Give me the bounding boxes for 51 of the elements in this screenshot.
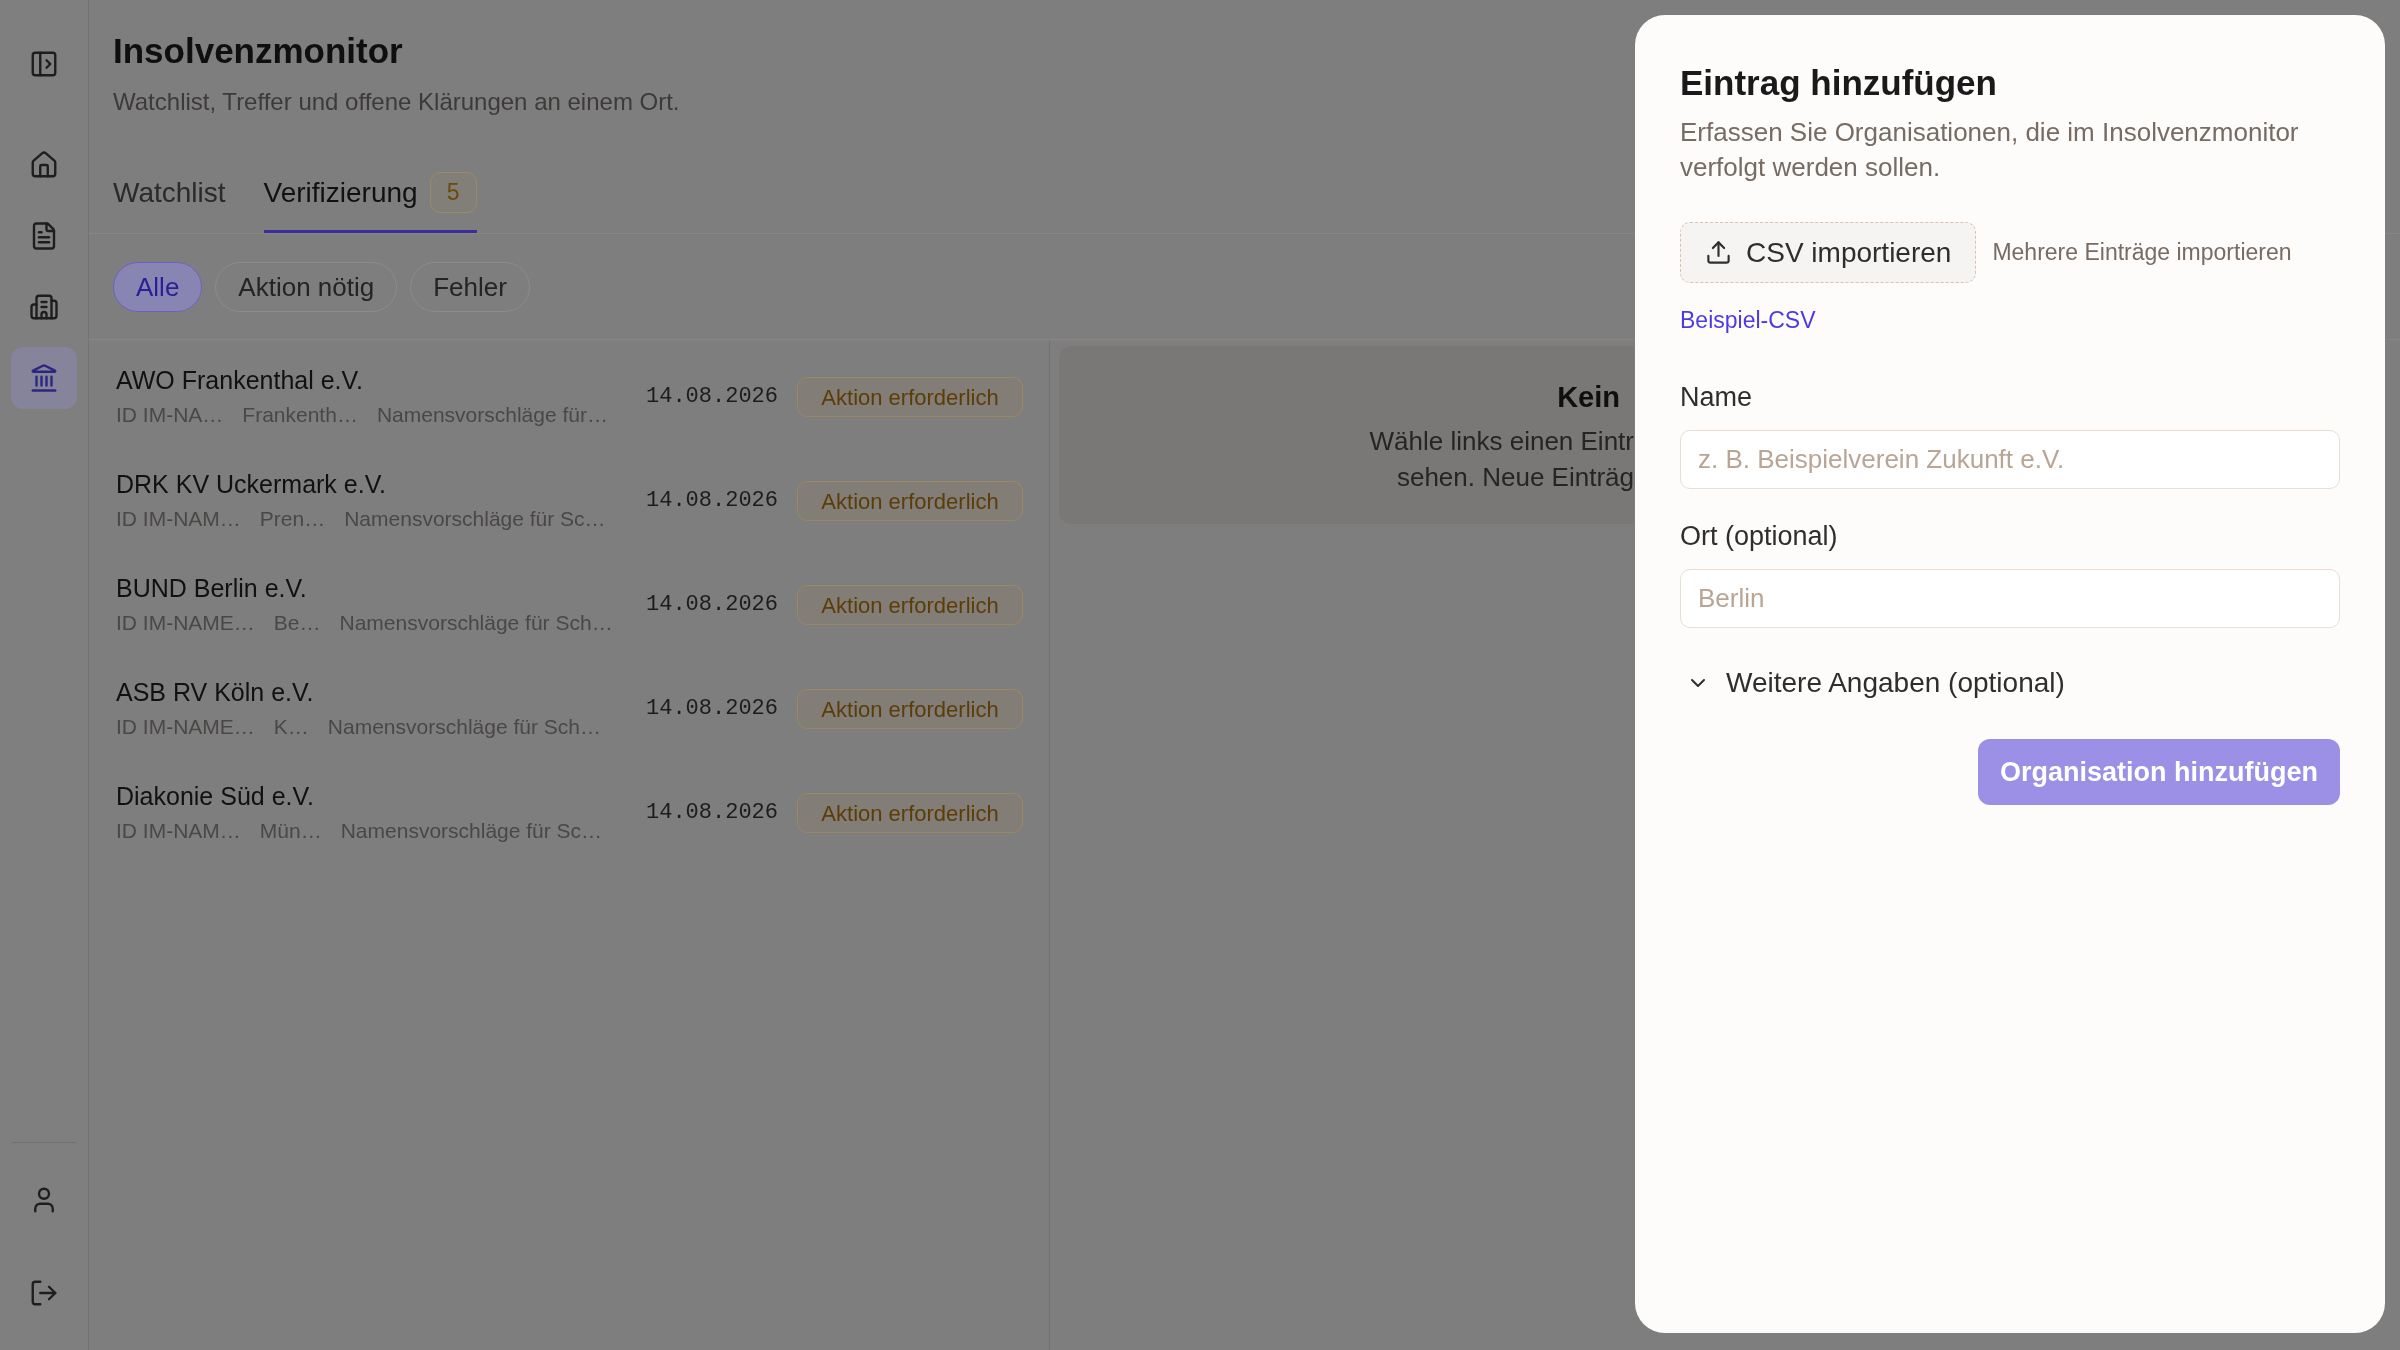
org-id: ID IM-NAM… [116,818,241,844]
page-subtitle: Watchlist, Treffer und offene Klärungen an einem Ort. [113,87,680,117]
count-badge: 5 [429,172,477,213]
more-details-toggle[interactable]: Weitere Angaben (optional) [1680,666,2065,700]
dialog-title: Eintrag hinzufügen [1680,62,1997,104]
text-input[interactable]: Berlin [1680,569,2340,628]
date-text: 14.08.2026 [646,799,780,827]
status-badge: Aktion erforderlich [797,481,1023,521]
filter-chip[interactable]: Fehler [410,262,530,312]
field-label: Ort (optional) [1680,520,1838,553]
org-id: ID IM-NAM… [116,506,241,532]
org-id: ID IM-NAME… [116,610,255,636]
org-id: ID IM-NA… [116,402,224,428]
org-name: BUND Berlin e.V. [116,573,307,604]
org-place: Mün… [259,818,322,844]
field-label: Name [1680,381,1753,414]
date-text: 14.08.2026 [646,487,780,515]
nav-item[interactable] [11,347,77,409]
empty-state-text: sehen. Neue Einträg [1396,461,1634,494]
import-hint: Mehrere Einträge importieren [1992,238,2292,268]
org-name: ASB RV Köln e.V. [116,677,314,708]
empty-state-title: Kein [1557,380,1620,415]
org-name: DRK KV Uckermark e.V. [116,469,386,500]
filter-chip[interactable]: Alle [113,262,203,312]
building-icon [29,292,59,322]
status-badge: Aktion erforderlich [797,377,1023,417]
date-text: 14.08.2026 [646,695,780,723]
tab[interactable]: Watchlist [113,155,226,233]
org-name: AWO Frankenthal e.V. [116,365,363,396]
status-badge: Aktion erforderlich [797,689,1023,729]
house-icon [29,150,59,180]
status-badge: Aktion erforderlich [797,585,1023,625]
date-text: 14.08.2026 [646,591,780,619]
landmark-icon [29,363,59,393]
logout-icon [29,1278,59,1308]
page-title: Insolvenzmonitor [113,30,403,72]
tab[interactable]: Verifizierung 5 [263,155,477,233]
org-id: ID IM-NAME… [116,714,255,740]
csv-import-button[interactable]: CSV importieren [1680,222,1977,283]
status-badge: Aktion erforderlich [797,793,1023,833]
filter-chip[interactable]: Aktion nötig [215,262,398,312]
text-input[interactable]: z. B. Beispielverein Zukunft e.V. [1680,430,2340,489]
upload-icon [1705,239,1732,266]
panel-icon [29,49,59,79]
org-place: Frankenth… [242,402,358,428]
sample-csv-link[interactable]: Beispiel-CSV [1680,305,1816,335]
org-place: K… [273,714,309,740]
empty-state-text: Wähle links einen Eintr [1369,425,1634,458]
date-text: 14.08.2026 [646,383,780,411]
dialog-description: Erfassen Sie Organisationen, die im Insolvenzmonitor verfolgt werden sollen. [1680,116,2300,184]
org-name: Diakonie Süd e.V. [116,781,314,812]
